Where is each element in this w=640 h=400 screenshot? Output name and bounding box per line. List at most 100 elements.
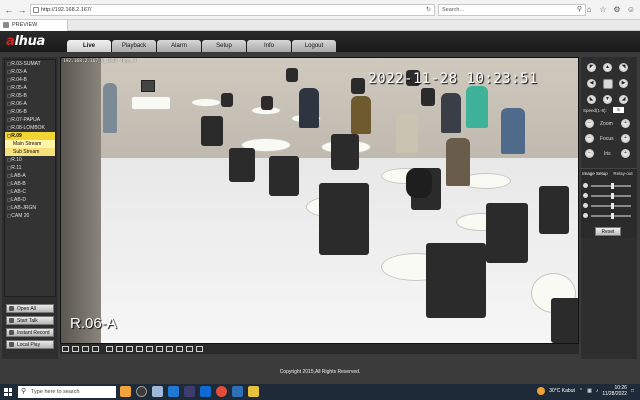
channel-item[interactable]: ▢R.11 [5,164,55,172]
browser-search-input[interactable]: Search... ⚲ [438,4,586,16]
channel-item[interactable]: ▢R.06-A [5,100,55,108]
ptz-left-icon[interactable]: ◀ [587,79,596,88]
chrome-icon[interactable] [216,386,227,397]
channel-item[interactable]: ▢R.07-PAPUA [5,116,55,124]
ptz-up-right-icon[interactable]: ◥ [619,63,628,72]
edge-icon[interactable] [168,386,179,397]
slider-track[interactable] [591,193,631,199]
channel-item[interactable]: ▢LAB-D [5,196,55,204]
search-icon[interactable]: ⚲ [577,5,582,15]
image-slider[interactable] [583,213,635,219]
layout-36-icon[interactable] [126,346,133,352]
home-icon[interactable]: ⌂ [584,4,594,15]
record-icon[interactable] [156,346,163,352]
ptz-down-left-icon[interactable]: ◣ [587,95,596,104]
ptz-down-right-icon[interactable]: ◢ [619,95,628,104]
file-explorer-icon[interactable] [152,386,163,397]
channel-item[interactable]: ▢LAB-A [5,172,55,180]
slider-thumb[interactable] [611,213,614,219]
speed-select[interactable]: 5 [613,107,624,113]
volume-icon[interactable]: ♪ [596,388,599,394]
ptz-right-icon[interactable]: ▶ [619,79,628,88]
tab-alarm[interactable]: Alarm [157,40,201,52]
channel-item[interactable]: ▢R.04-B [5,76,55,84]
ptz-up-icon[interactable]: ▲ [603,63,612,72]
settings-icon[interactable] [196,346,203,352]
chevron-up-icon[interactable]: ⌃ [579,388,583,394]
tab-setup[interactable]: Setup [202,40,246,52]
refresh-icon[interactable]: ↻ [426,5,431,15]
tab-info[interactable]: Info [247,40,291,52]
video-feed[interactable]: 192.168.2.167_9_1920 4bps_H 2022-11-28 1… [60,57,579,344]
folder-icon[interactable] [248,386,259,397]
instant-record-button[interactable]: Instant Record [6,328,54,337]
layout-custom-icon[interactable] [136,346,143,352]
channel-item[interactable]: ▢R.05-A [5,84,55,92]
channel-item[interactable]: ▢R.09 [5,132,55,140]
fullscreen-icon[interactable] [82,346,89,352]
tab-logout[interactable]: Logout [292,40,336,52]
network-icon[interactable]: ▦ [587,388,592,394]
channel-item[interactable]: ▢R.08-LOMBOK [5,124,55,132]
channel-item[interactable]: ▢LAB-C [5,188,55,196]
channel-item[interactable]: ▢R.05-B [5,92,55,100]
slider-thumb[interactable] [611,183,614,189]
zoom-icon[interactable] [166,346,173,352]
layout-25-icon[interactable] [116,346,123,352]
sub-stream-item[interactable]: Sub Stream [5,148,55,156]
clock[interactable]: 10:26 11/28/2022 [602,385,627,397]
zoom-out-icon[interactable]: − [585,119,594,128]
ptz-down-icon[interactable]: ▼ [603,95,612,104]
tab-playback[interactable]: Playback [112,40,156,52]
channel-item[interactable]: ▢CAM 20 [5,212,55,220]
mail-icon[interactable] [200,386,211,397]
focus-in-icon[interactable]: + [621,134,630,143]
channel-item[interactable]: ▢R.10 [5,156,55,164]
iris-out-icon[interactable]: − [585,149,594,158]
main-stream-item[interactable]: Main Stream [5,140,55,148]
channel-list[interactable]: ▢R.03-SUMAT ▢R.03-A ▢R.04-B ▢R.05-A ▢R.05-B ▢… [4,59,56,297]
channel-item[interactable]: ▢R.03-A [5,68,55,76]
layout-9-icon[interactable] [92,346,99,352]
zoom-in-icon[interactable]: + [621,119,630,128]
slider-thumb[interactable] [611,203,614,209]
start-talk-button[interactable]: Start Talk [6,316,54,325]
ptz-center-icon[interactable] [603,79,613,89]
reset-button[interactable]: Reset [595,227,621,236]
slider-track[interactable] [591,183,631,189]
tab-relay-out[interactable]: Relay-out [609,169,637,176]
smiley-icon[interactable]: ☺ [626,4,636,15]
address-bar[interactable]: http://192.168.2.167/ ↻ [30,4,435,16]
channel-item[interactable]: ▢R.06-B [5,108,55,116]
close-all-icon[interactable] [186,346,193,352]
browser-tab[interactable]: PREVIEW [0,20,68,31]
slider-thumb[interactable] [611,193,614,199]
slider-track[interactable] [591,213,631,219]
ptz-up-left-icon[interactable]: ◤ [587,63,596,72]
image-slider[interactable] [583,183,635,189]
channel-item[interactable]: ▢LAB-JRGN [5,204,55,212]
layout-16-icon[interactable] [106,346,113,352]
gear-icon[interactable]: ⚙ [612,4,622,15]
image-slider[interactable] [583,203,635,209]
local-play-button[interactable]: Local Play [6,340,54,349]
weather-text[interactable]: 30°C Kabut [549,388,575,394]
channel-item[interactable]: ▢LAB-B [5,180,55,188]
slider-track[interactable] [591,203,631,209]
tab-image-setup[interactable]: Image Setup [581,169,609,176]
task-view-icon[interactable] [136,386,147,397]
ie-icon[interactable] [232,386,243,397]
forward-icon[interactable]: → [16,4,28,16]
audio-icon[interactable] [176,346,183,352]
gift-app-icon[interactable] [120,386,131,397]
layout-1-icon[interactable] [62,346,69,352]
layout-4-icon[interactable] [72,346,79,352]
focus-out-icon[interactable]: − [585,134,594,143]
store-icon[interactable] [184,386,195,397]
image-slider[interactable] [583,193,635,199]
notification-icon[interactable]: □ [631,388,634,394]
open-all-button[interactable]: Open All [6,304,54,313]
windows-start-icon[interactable] [4,388,12,396]
snapshot-icon[interactable] [146,346,153,352]
back-icon[interactable]: ← [3,4,15,16]
